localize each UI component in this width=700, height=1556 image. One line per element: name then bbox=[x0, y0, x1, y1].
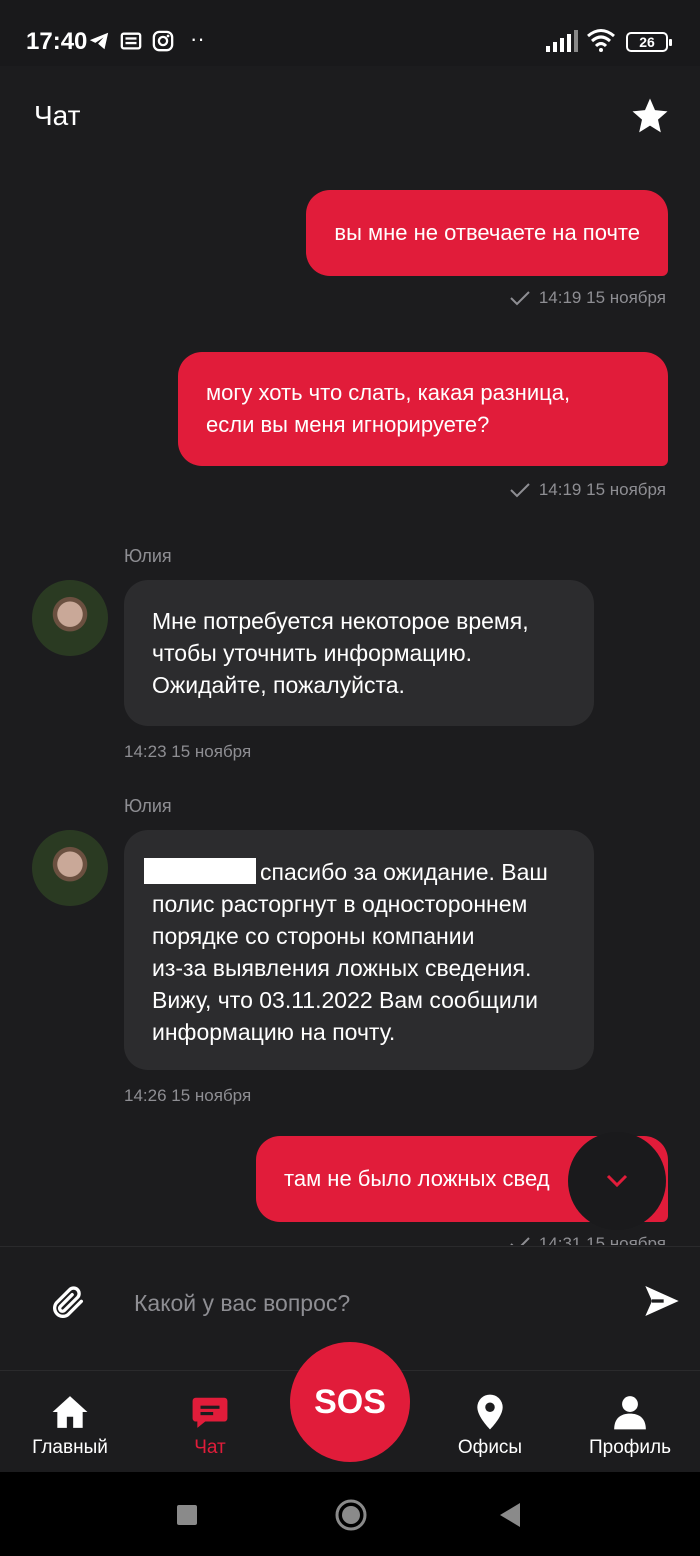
message-line: Вижу, что 03.11.2022 Вам сообщили bbox=[152, 987, 538, 1013]
status-time: 17:40 bbox=[26, 28, 88, 55]
message-line: Ожидайте, пожалуйста. bbox=[152, 672, 405, 698]
message-time: 14:19 15 ноября bbox=[538, 480, 666, 499]
message-text: вы мне не отвечаете на почте bbox=[334, 220, 640, 245]
sos-button[interactable]: SOS bbox=[290, 1342, 410, 1462]
nav-item-home[interactable]: Главный bbox=[20, 1371, 120, 1473]
person-icon bbox=[614, 1396, 646, 1430]
message-bubble-incoming[interactable]: спасибо за ожидание. Ваш полис расторгну… bbox=[124, 830, 594, 1070]
message-input[interactable] bbox=[134, 1283, 614, 1323]
battery-indicator: 26 bbox=[626, 32, 672, 52]
more-notifications-icon: ·· bbox=[190, 26, 205, 51]
message-meta: 14:31 15 ноября bbox=[509, 1234, 666, 1245]
message-line: чтобы уточнить информацию. bbox=[152, 640, 472, 666]
square-icon[interactable] bbox=[176, 1504, 198, 1526]
check-icon bbox=[510, 291, 530, 306]
message-time: 14:23 15 ноября bbox=[124, 742, 252, 761]
status-bar: 17:40 ·· 26 bbox=[0, 0, 700, 66]
chat-messages[interactable]: вы мне не отвечаете на почте 14:19 15 но… bbox=[0, 170, 700, 1245]
sender-name: Юлия bbox=[124, 796, 172, 816]
chevron-down-icon bbox=[606, 1174, 628, 1188]
nav-label: Чат bbox=[194, 1437, 226, 1458]
message-bubble-outgoing[interactable]: могу хоть что слать, какая разница, если… bbox=[178, 352, 668, 466]
wifi-icon bbox=[587, 29, 615, 52]
message-time: 14:26 15 ноября bbox=[124, 1086, 252, 1105]
send-icon[interactable] bbox=[642, 1281, 682, 1321]
message-line: порядке со стороны компании bbox=[152, 923, 475, 949]
nav-item-profile[interactable]: Профиль bbox=[575, 1371, 685, 1473]
chat-icon bbox=[192, 1397, 228, 1428]
page-title: Чат bbox=[34, 100, 81, 131]
message-text: там не было ложных свед bbox=[284, 1166, 550, 1191]
back-triangle-icon[interactable] bbox=[498, 1502, 522, 1528]
message-line: если вы меня игнорируете? bbox=[206, 412, 490, 437]
message-time: 14:19 15 ноября bbox=[538, 288, 666, 307]
sender-name: Юлия bbox=[124, 546, 172, 566]
home-icon bbox=[52, 1396, 88, 1428]
message-meta: 14:19 15 ноября bbox=[509, 288, 666, 308]
avatar[interactable] bbox=[32, 830, 108, 906]
app-header: Чат bbox=[0, 66, 700, 170]
message-line: могу хоть что слать, какая разница, bbox=[206, 380, 571, 405]
nav-item-offices[interactable]: Офисы bbox=[440, 1371, 540, 1473]
location-pin-icon bbox=[477, 1394, 503, 1430]
telegram-icon bbox=[89, 32, 109, 50]
star-icon[interactable] bbox=[630, 96, 670, 136]
message-line: Мне потребуется некоторое время, bbox=[152, 608, 529, 634]
instagram-icon bbox=[152, 30, 174, 52]
scroll-to-bottom-button[interactable] bbox=[568, 1132, 666, 1230]
message-bubble-incoming[interactable]: Мне потребуется некоторое время, чтобы у… bbox=[124, 580, 594, 726]
message-line: информацию на почту. bbox=[152, 1019, 396, 1045]
nav-label: Главный bbox=[32, 1437, 108, 1458]
system-navigation-bar bbox=[0, 1472, 700, 1556]
message-meta: 14:19 15 ноября bbox=[509, 480, 666, 500]
news-icon bbox=[120, 32, 142, 50]
message-line: спасибо за ожидание. Ваш bbox=[260, 859, 548, 885]
nav-label: Офисы bbox=[457, 1437, 523, 1458]
message-line: полис расторгнут в одностороннем bbox=[152, 891, 528, 917]
message-bubble-outgoing[interactable]: вы мне не отвечаете на почте bbox=[306, 190, 668, 276]
avatar[interactable] bbox=[32, 580, 108, 656]
check-icon bbox=[510, 1237, 530, 1245]
nav-item-chat[interactable]: Чат bbox=[160, 1371, 260, 1473]
signal-icon bbox=[546, 30, 578, 52]
redacted-name bbox=[144, 858, 256, 884]
nav-label: Профиль bbox=[588, 1437, 672, 1458]
message-line: из-за выявления ложных сведения. bbox=[152, 955, 532, 981]
paperclip-icon[interactable] bbox=[48, 1283, 88, 1323]
check-icon bbox=[510, 483, 530, 498]
message-time: 14:31 15 ноября bbox=[538, 1234, 666, 1245]
circle-icon[interactable] bbox=[334, 1498, 368, 1532]
